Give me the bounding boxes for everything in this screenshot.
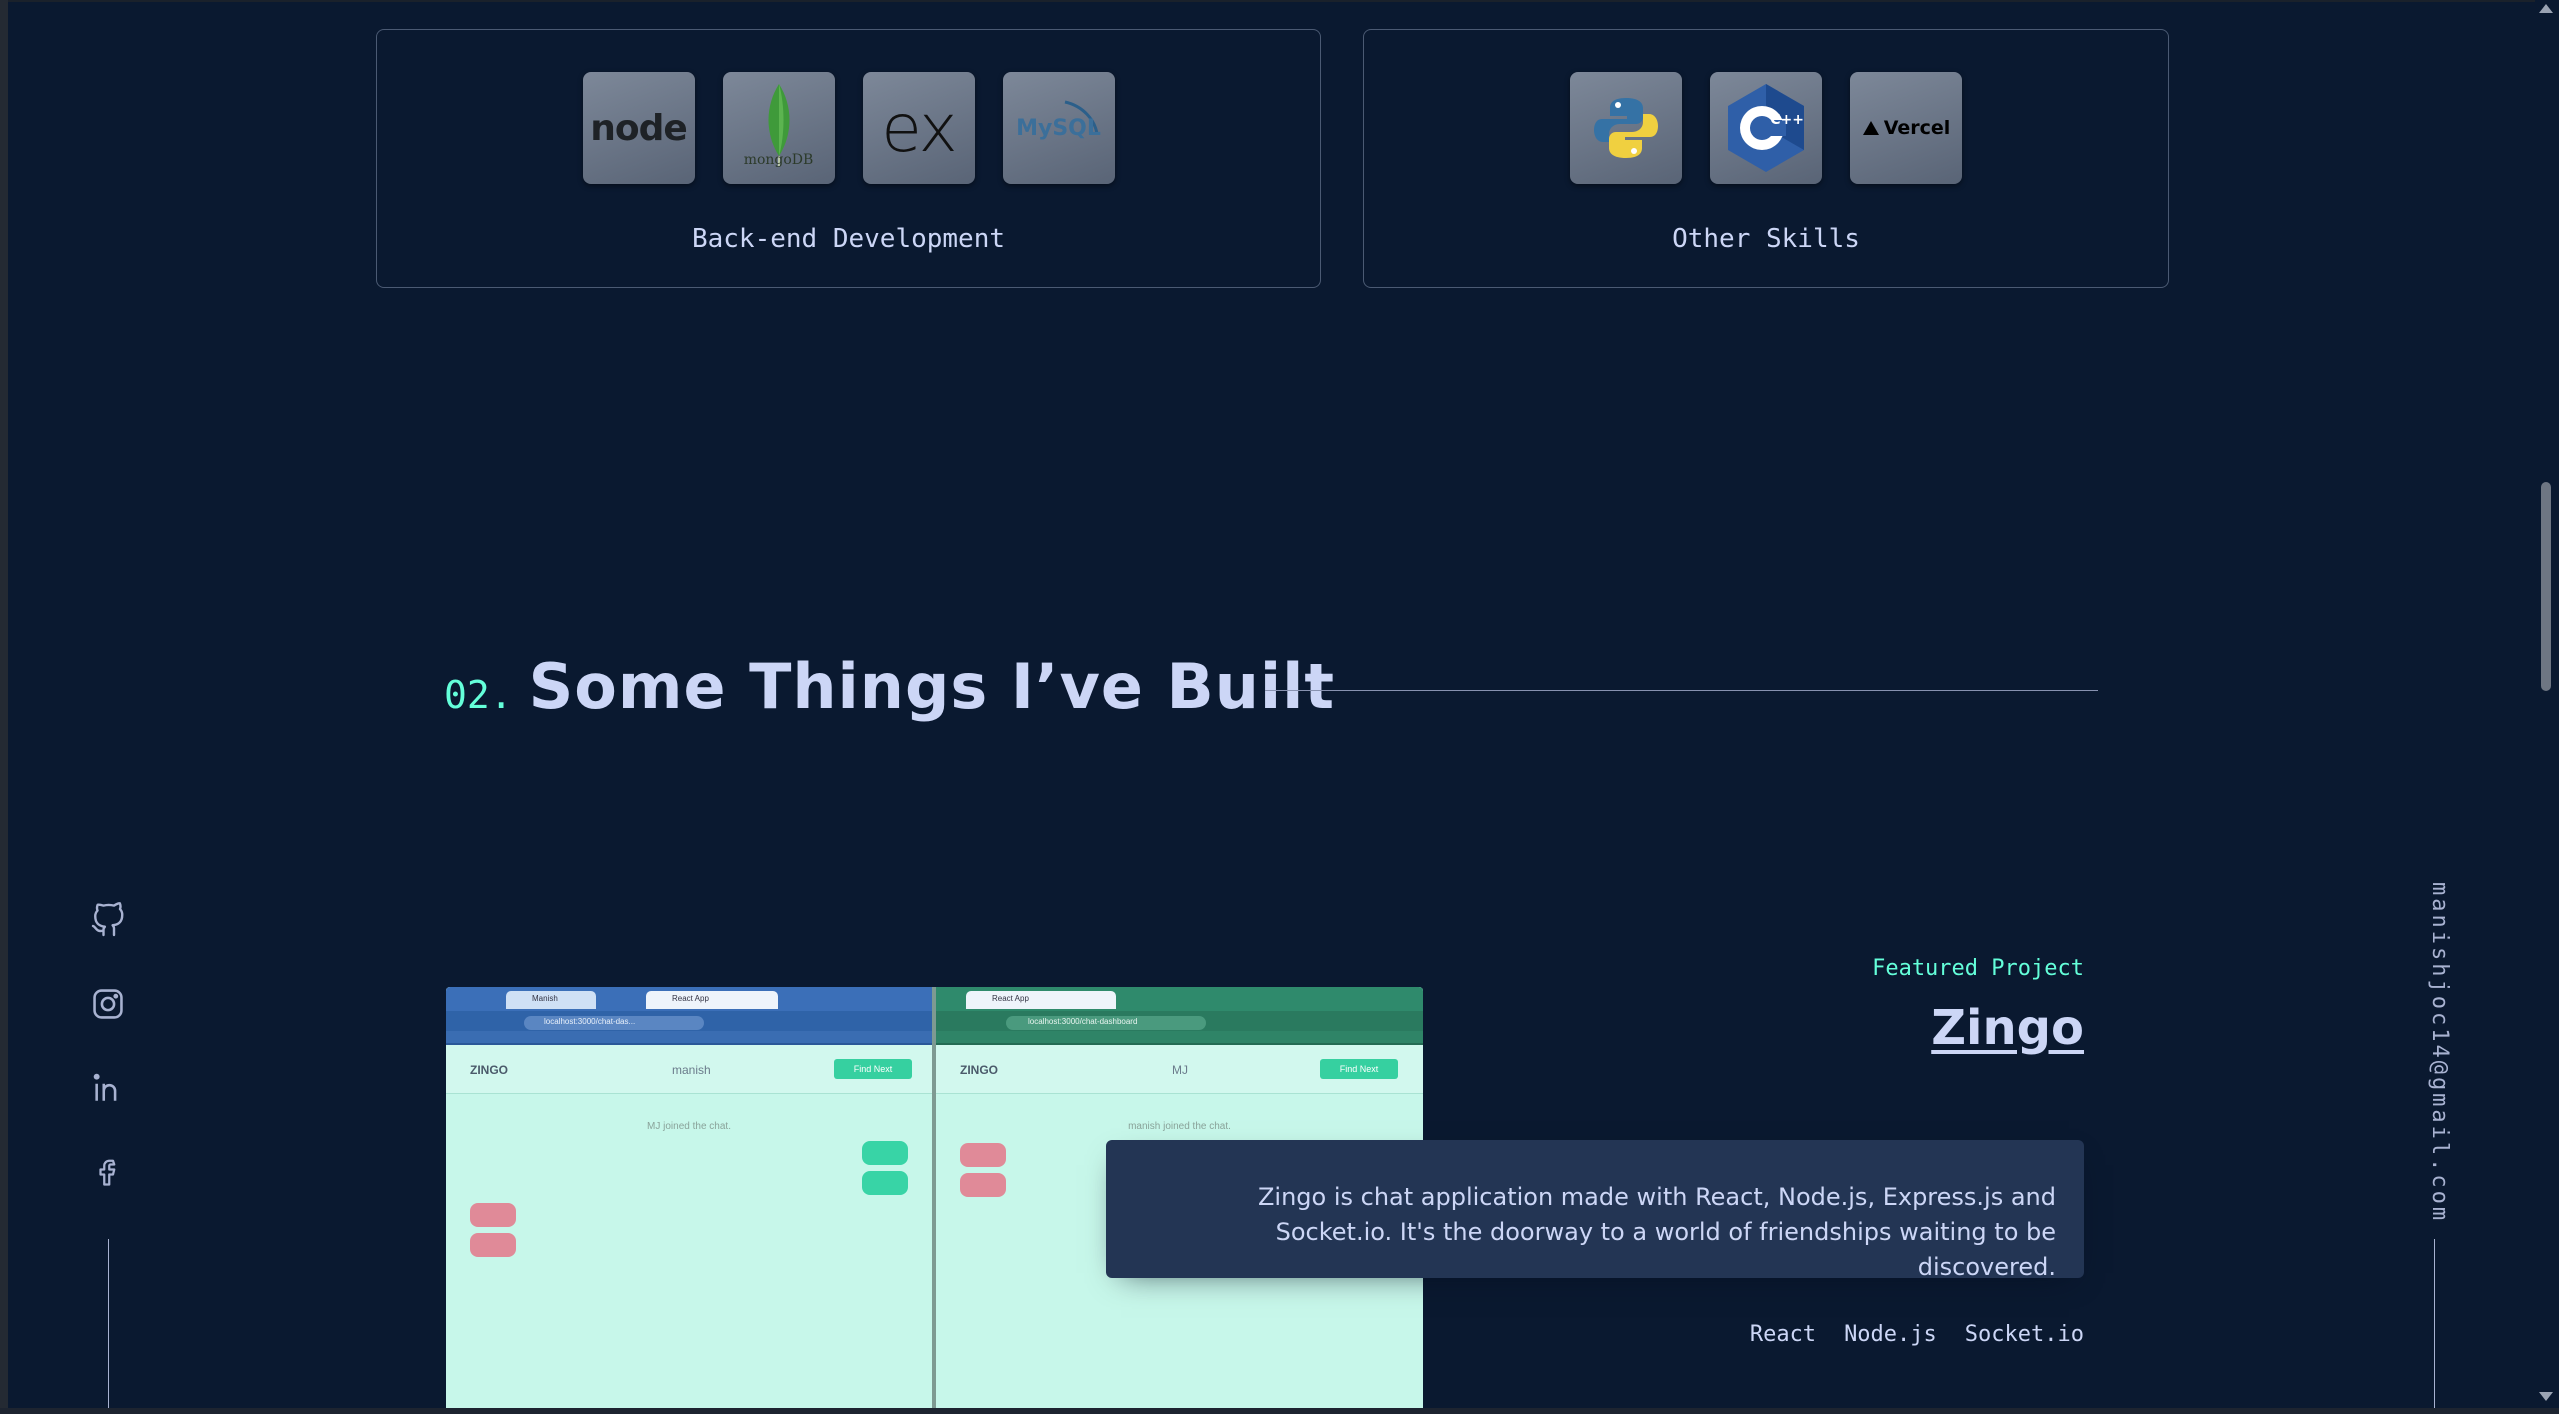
cpp-icon: C++ xyxy=(1710,72,1822,184)
section-divider xyxy=(1265,690,2098,691)
scrollbar-thumb[interactable] xyxy=(2541,482,2551,691)
tech-item: Socket.io xyxy=(1964,1322,2084,1347)
instagram-icon[interactable] xyxy=(86,982,130,1026)
scroll-down-arrow-icon[interactable] xyxy=(2539,1392,2553,1401)
mysql-icon: MySQL xyxy=(1002,72,1115,184)
section-title: Some Things I’ve Built xyxy=(528,650,1336,723)
python-icon xyxy=(1570,72,1682,184)
node-icon: node xyxy=(582,72,695,184)
backend-skills-card: node mongoDB ex MySQL Back-end Developme… xyxy=(376,29,1321,288)
facebook-icon[interactable] xyxy=(86,1150,130,1194)
project-title-link[interactable]: Zingo xyxy=(1660,1000,2084,1056)
express-icon: ex xyxy=(862,72,975,184)
scrollbar[interactable] xyxy=(2535,0,2559,1414)
tech-item: React xyxy=(1749,1322,1817,1347)
email-link[interactable]: manishjoc14@gmail.com xyxy=(2418,882,2452,1223)
window-top-border xyxy=(0,0,2559,2)
window-left-border xyxy=(0,0,8,1414)
screenshot-left-window: Manish React App localhost:3000/chat-das… xyxy=(446,987,932,1408)
vercel-icon: Vercel xyxy=(1850,72,1962,184)
scroll-up-arrow-icon[interactable] xyxy=(2539,4,2553,13)
github-icon[interactable] xyxy=(86,898,130,942)
window-bottom-border xyxy=(0,1408,2559,1414)
mongodb-icon: mongoDB xyxy=(722,72,835,184)
linkedin-icon[interactable] xyxy=(86,1066,130,1110)
project-description: Zingo is chat application made with Reac… xyxy=(1106,1140,2084,1281)
other-skills-card: C++ Vercel Other Skills xyxy=(1363,29,2169,288)
social-vertical-line xyxy=(108,1239,109,1414)
project-tech-list: React Node.js Socket.io xyxy=(1600,1322,2084,1347)
backend-card-title: Back-end Development xyxy=(691,224,1006,254)
other-card-title: Other Skills xyxy=(1672,224,1860,254)
tech-item: Node.js xyxy=(1844,1322,1937,1347)
featured-project-label: Featured Project xyxy=(1872,956,2084,981)
section-heading: 02. Some Things I’ve Built xyxy=(444,650,1335,723)
email-vertical-line xyxy=(2434,1239,2435,1414)
section-number: 02. xyxy=(444,673,513,717)
